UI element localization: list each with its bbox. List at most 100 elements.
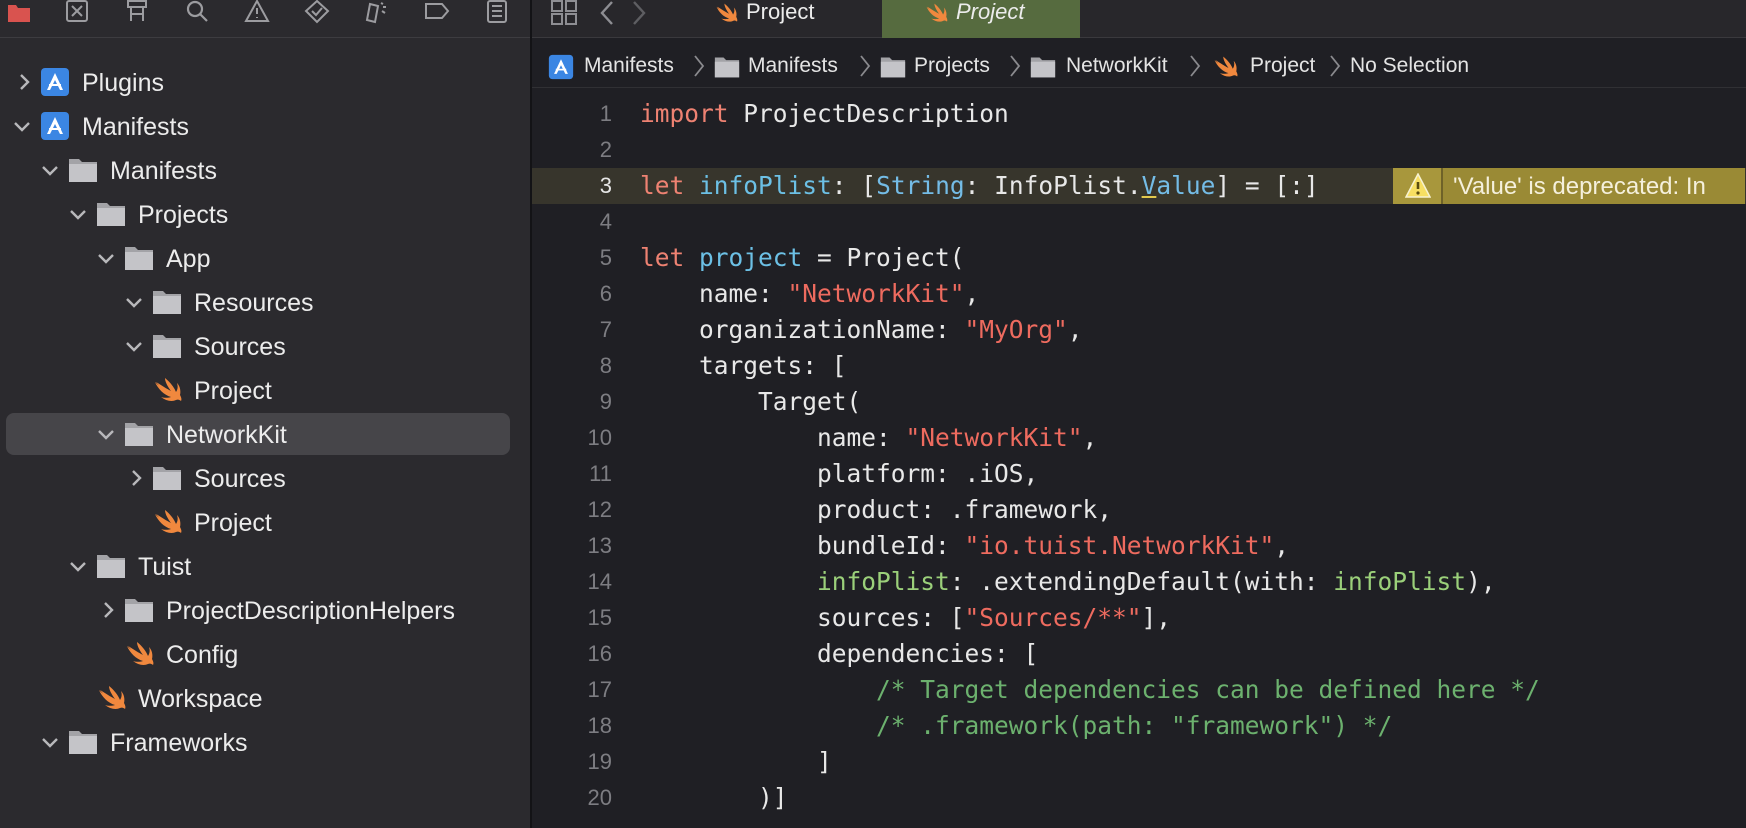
chevron-right-icon[interactable] [98,599,118,621]
chevron-down-icon[interactable] [124,291,144,313]
chevron-down-icon[interactable] [96,423,116,445]
search-icon[interactable] [182,0,212,26]
swift-icon [124,640,154,668]
hierarchy-icon[interactable] [122,0,152,26]
code-line: 2 [532,132,1746,168]
tree-item-label: Config [166,641,239,669]
tree-item-label: Tuist [138,553,192,581]
code-line: 1 import ProjectDescription [532,96,1746,132]
code-line: 5 let project = Project( [532,240,1746,276]
line-number: 16 [587,641,612,666]
tree-item-resources[interactable]: Resources [0,280,530,324]
code-line: 18 /* .framework(path: "framework") */ [532,708,1746,744]
tree-item-app[interactable]: App [0,236,530,280]
code-line: 12 product: .framework, [532,492,1746,528]
code-text: )] [640,783,788,812]
back-icon[interactable] [596,0,618,26]
code-text: ] [640,747,832,776]
tab-label: Project [956,0,1025,24]
tree-item-frameworks[interactable]: Frameworks [0,720,530,764]
code-line: 11 platform: .iOS, [532,456,1746,492]
chevron-right-icon[interactable] [14,71,34,93]
chevron-down-icon[interactable] [40,159,60,181]
code-line: 13 bundleId: "io.tuist.NetworkKit", [532,528,1746,564]
project-navigator: Plugins Manifests Manifests Projects App [0,0,530,828]
code-text: organizationName: "MyOrg", [640,315,1083,344]
line-number: 13 [587,533,612,558]
breadcrumb-label: Projects [914,54,990,77]
folder-icon [68,728,98,756]
folder-icon [152,464,182,492]
folder-icon [152,332,182,360]
code-text: infoPlist: .extendingDefault(with: infoP… [817,567,1496,596]
code-text: platform: .iOS, [640,459,1039,488]
line-number: 5 [599,245,612,270]
line-number: 15 [587,605,612,630]
chevron-right-icon[interactable] [126,467,146,489]
code-area[interactable]: 1 import ProjectDescription 2 3 let infoPl… [532,96,1746,828]
source-control-icon[interactable] [62,0,92,26]
tree-item-app-project-swift[interactable]: Project [0,368,530,412]
folder-icon [880,57,906,78]
code-line: 19 ] [532,744,1746,780]
line-number: 7 [599,317,612,342]
code-line: 9 Target( [532,384,1746,420]
tree-item-networkkit-project-swift[interactable]: Project [0,500,530,544]
tree-item-label: Project [194,377,272,405]
warning-icon [1393,168,1443,204]
tree-item-label: Sources [194,465,286,493]
chevron-down-icon[interactable] [40,731,60,753]
code-text: import ProjectDescription [640,99,1009,128]
chevron-down-icon[interactable] [96,247,116,269]
chevron-down-icon[interactable] [124,335,144,357]
swift-icon [152,376,182,404]
breadcrumb-label: Project [1250,54,1316,77]
code-line: 16 dependencies: [ [532,636,1746,672]
tree-item-label: Sources [194,333,286,361]
debug-icon[interactable] [362,0,392,26]
tree-item-networkkit-sources[interactable]: Sources [0,456,530,500]
test-icon[interactable] [302,0,332,26]
warning-message: 'Value' is deprecated: In [1453,173,1706,200]
source-editor: Project Project Manifests Manifests Proj… [532,0,1746,828]
code-line: 15 sources: ["Sources/**"], [532,600,1746,636]
tab-project[interactable]: Project [684,0,880,38]
tree-item-projects[interactable]: Projects [0,192,530,236]
report-icon[interactable] [482,0,512,26]
tree-item-label: Workspace [138,685,263,713]
line-number: 18 [587,713,612,738]
tree-item-config-swift[interactable]: Config [0,632,530,676]
folder-icon [96,552,126,580]
breakpoint-icon[interactable] [422,0,452,26]
folder-icon[interactable] [4,0,34,26]
folder-icon [124,244,154,272]
line-number: 2 [599,137,612,162]
chevron-down-icon[interactable] [68,555,88,577]
deprecation-warning-badge[interactable]: 'Value' is deprecated: In [1393,168,1745,204]
tree-item-projectdescriptionhelpers[interactable]: ProjectDescriptionHelpers [0,588,530,632]
line-number: 19 [587,749,612,774]
tree-item-manifests-folder[interactable]: Manifests [0,148,530,192]
code-line: 14 infoPlist: .extendingDefault(with: in… [532,564,1746,600]
grid-icon[interactable] [550,0,578,26]
tree-item-manifests-project[interactable]: Manifests [0,104,530,148]
tree-item-workspace-swift[interactable]: Workspace [0,676,530,720]
tree-item-networkkit[interactable]: NetworkKit [0,412,530,456]
line-number: 14 [587,569,612,594]
line-number: 1 [599,101,612,126]
tab-project-active[interactable]: Project [882,0,1080,38]
folder-icon [714,57,740,78]
tree-item-label: Project [194,509,272,537]
tree-item-sources[interactable]: Sources [0,324,530,368]
forward-icon[interactable] [628,0,650,26]
tree-item-tuist[interactable]: Tuist [0,544,530,588]
chevron-down-icon[interactable] [12,115,32,137]
line-number: 11 [589,461,612,486]
tree-item-label: App [166,245,211,273]
issue-icon[interactable] [242,0,272,26]
code-line: 6 name: "NetworkKit", [532,276,1746,312]
breadcrumb: Manifests Manifests Projects NetworkKit … [532,44,1746,88]
tree-item-plugins[interactable]: Plugins [0,60,530,104]
chevron-down-icon[interactable] [68,203,88,225]
folder-icon [68,156,98,184]
